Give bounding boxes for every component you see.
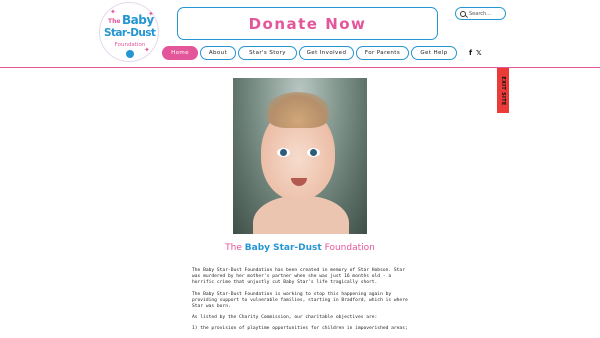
search-icon[interactable] [460,10,466,17]
photo-eye [277,148,290,157]
facebook-icon[interactable]: f [469,49,472,57]
logo-star-dust: Star-Dust [104,27,156,39]
title-brand: Baby Star-Dust [244,243,322,253]
intro-paragraph: The Baby Star-Dust Foundation is working… [192,291,408,310]
exit-site-label: EXIT SITE [500,75,506,106]
hero-photo [233,78,367,234]
nav-about[interactable]: About [200,46,236,60]
title-the: The [225,243,242,253]
nav-stars-story[interactable]: Star's Story [238,46,297,60]
logo-foundation: Foundation [114,42,146,48]
main-nav: Home About Star's Story Get Involved For… [162,46,457,60]
donate-button[interactable]: Donate Now [177,7,438,40]
foundation-logo[interactable]: ✦ ✦ ✦ The Baby Star-Dust Foundation [99,2,159,62]
search-box[interactable] [455,7,506,20]
photo-hair [267,92,329,128]
intro-paragraph: As listed by the Charity Commission, our… [192,315,378,321]
nav-get-help[interactable]: Get Help [411,46,457,60]
logo-baby: Baby [122,13,154,27]
page-title: The Baby Star-Dust Foundation [0,243,600,253]
twitter-icon[interactable]: 𝕏 [476,49,482,57]
social-bar: f 𝕏 [469,49,482,57]
exit-site-button[interactable]: EXIT SITE [497,68,509,113]
nav-home[interactable]: Home [162,46,198,60]
photo-shoulders [253,196,349,234]
logo-the: The [108,18,121,25]
intro-paragraph: The Baby Star-Dust Foundation has been c… [192,268,405,286]
sparkle-icon: ✦ [144,46,150,54]
intro-text: The Baby Star-Dust Foundation has been c… [192,268,410,338]
title-foundation: Foundation [324,243,375,253]
search-input[interactable] [469,10,503,17]
objective-item: 1) the provision of playtime opportuniti… [192,326,408,332]
star-badge-icon [126,50,134,58]
sparkle-icon: ✦ [110,8,116,16]
nav-for-parents[interactable]: For Parents [356,46,409,60]
header-divider [0,67,600,68]
photo-eye [307,148,320,157]
nav-get-involved[interactable]: Get Involved [299,46,354,60]
